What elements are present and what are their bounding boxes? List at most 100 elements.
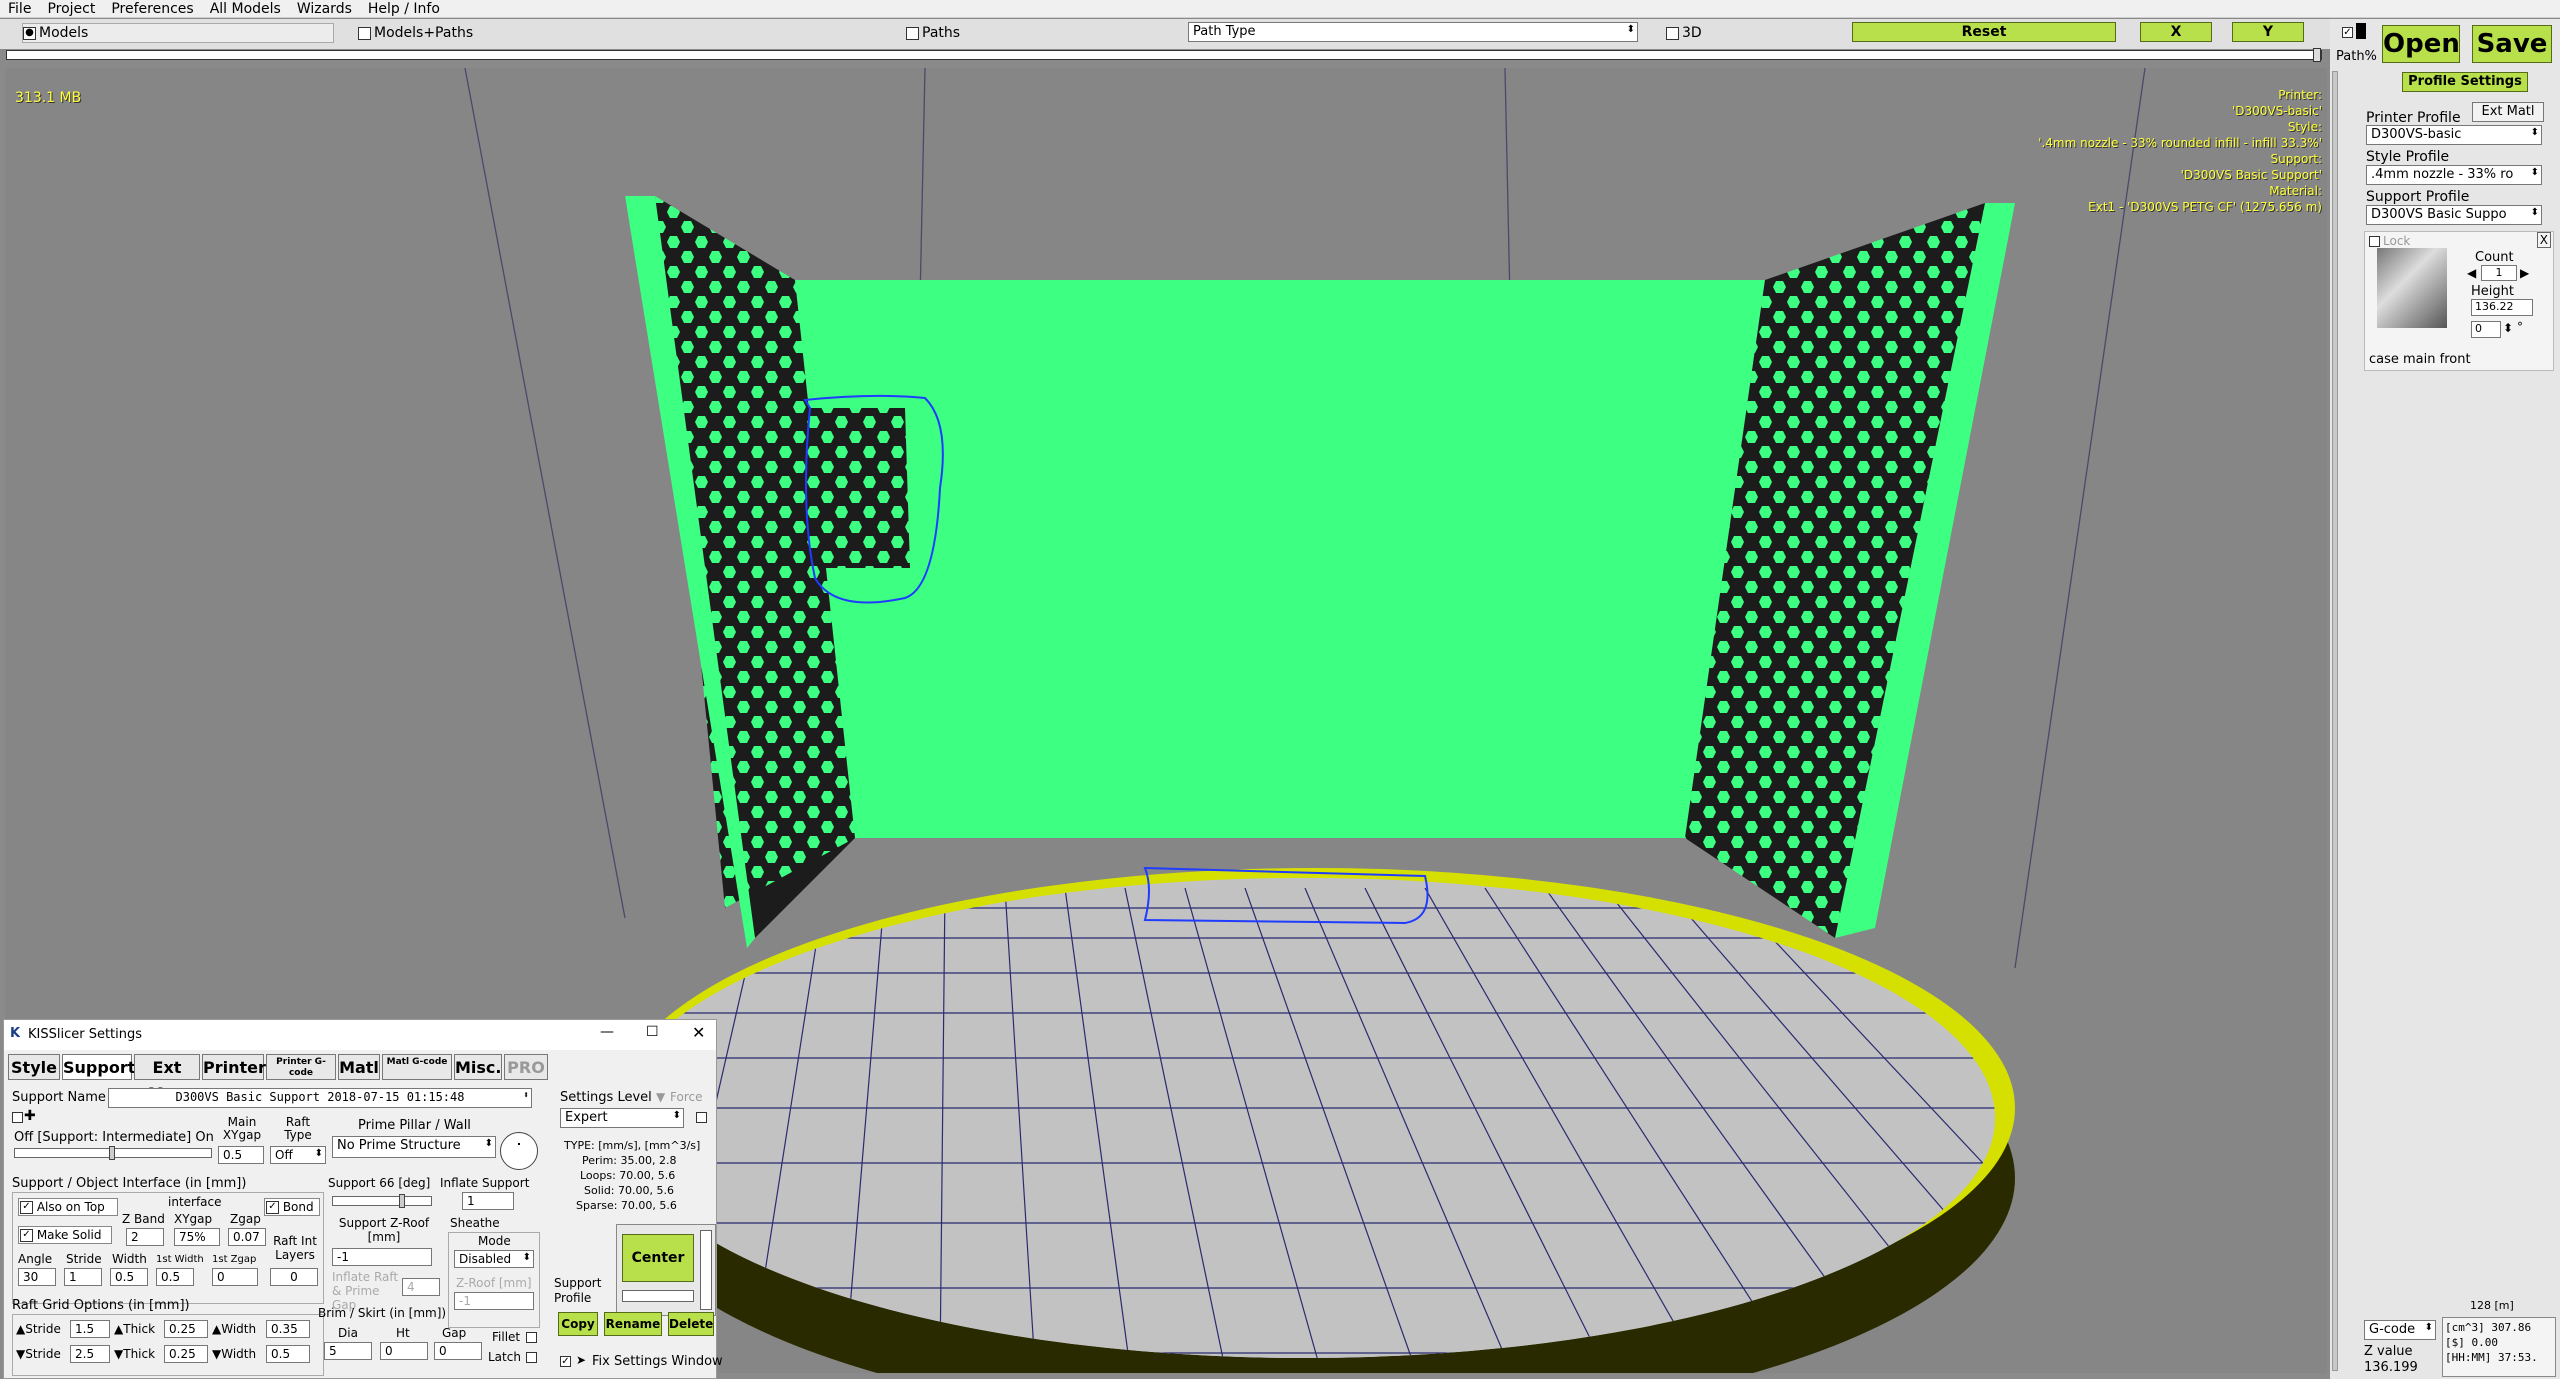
ht-input[interactable]: 0 bbox=[380, 1342, 428, 1360]
save-button[interactable]: Save bbox=[2472, 25, 2552, 63]
close-icon[interactable]: X bbox=[2536, 232, 2551, 248]
rotation-input[interactable]: 0 bbox=[2471, 321, 2501, 338]
gcode-select[interactable]: G-code ⬍ bbox=[2364, 1320, 2436, 1340]
menu-wizards[interactable]: Wizards bbox=[297, 1, 352, 17]
gap-input[interactable]: 0 bbox=[434, 1342, 482, 1360]
stride-up-input[interactable]: 1.5 bbox=[70, 1320, 110, 1338]
tab-printer-gcode[interactable]: Printer G-code bbox=[266, 1054, 336, 1080]
support-zroof-label: Support Z-Roof [mm] bbox=[338, 1216, 430, 1244]
first-width-input[interactable]: 0.5 bbox=[156, 1268, 194, 1286]
support-angle-slider[interactable] bbox=[332, 1194, 432, 1208]
main-xygap-input[interactable]: 0.5 bbox=[218, 1146, 264, 1164]
paths-radio[interactable]: Paths bbox=[906, 25, 960, 41]
first-zgap-input[interactable]: 0 bbox=[212, 1268, 258, 1286]
menu-project[interactable]: Project bbox=[47, 1, 95, 17]
angle-input[interactable]: 30 bbox=[18, 1268, 56, 1286]
prime-pillar-select[interactable]: No Prime Structure ⬍ bbox=[332, 1136, 496, 1158]
style-profile-value: .4mm nozzle - 33% ro bbox=[2371, 167, 2514, 182]
model-card[interactable]: Lock X Count ◀ 1 ▶ Height 136.22 0 ⬍ ° c… bbox=[2364, 231, 2554, 371]
add-icon[interactable]: ✚ bbox=[24, 1108, 36, 1124]
path-percent-checkbox[interactable]: ✓ bbox=[2342, 27, 2353, 38]
support-level-slider[interactable] bbox=[14, 1146, 212, 1160]
count-increment-icon[interactable]: ▶ bbox=[2520, 266, 2529, 280]
tab-support[interactable]: Support bbox=[62, 1054, 135, 1080]
thick-up-input[interactable]: 0.25 bbox=[164, 1320, 208, 1338]
inflate-support-input[interactable]: 1 bbox=[462, 1192, 514, 1210]
menu-file[interactable]: File bbox=[8, 1, 31, 17]
tab-style[interactable]: Style bbox=[8, 1054, 60, 1080]
close-icon[interactable]: ✕ bbox=[692, 1023, 705, 1042]
path-type-select[interactable]: Path Type ⬍ bbox=[1188, 22, 1638, 42]
raft-int-layers-input[interactable]: 0 bbox=[270, 1268, 318, 1286]
delete-button[interactable]: Delete bbox=[668, 1312, 714, 1336]
style-profile-select[interactable]: .4mm nozzle - 33% ro ⬍ bbox=[2366, 165, 2542, 185]
models-radio[interactable]: ● Models bbox=[22, 23, 334, 43]
menu-help-info[interactable]: Help / Info bbox=[368, 1, 440, 17]
zroof-small-input[interactable]: -1 bbox=[454, 1292, 534, 1310]
slider-thumb[interactable] bbox=[2313, 48, 2321, 62]
dia-input[interactable]: 5 bbox=[324, 1342, 372, 1360]
sheathe-mode-select[interactable]: Disabled ⬍ bbox=[454, 1250, 534, 1268]
copy-button[interactable]: Copy bbox=[558, 1312, 598, 1336]
force-checkbox[interactable] bbox=[696, 1112, 707, 1123]
tab-misc[interactable]: Misc. bbox=[454, 1054, 502, 1080]
also-on-top-checkbox[interactable]: ✓ Also on Top bbox=[18, 1198, 118, 1216]
stride-dn-input[interactable]: 2.5 bbox=[70, 1345, 110, 1363]
tab-matl[interactable]: Matl bbox=[338, 1054, 380, 1080]
open-button[interactable]: Open bbox=[2382, 25, 2460, 63]
zband-input[interactable]: 2 bbox=[126, 1228, 164, 1246]
height-input[interactable]: 136.22 bbox=[2471, 299, 2533, 316]
prime-angle-dial[interactable] bbox=[500, 1132, 538, 1170]
solid-line: Solid: 70.00, 5.6 bbox=[584, 1184, 674, 1197]
width-up-input[interactable]: 0.35 bbox=[266, 1320, 310, 1338]
lock-checkbox[interactable] bbox=[2369, 236, 2380, 247]
support-zroof-input[interactable]: -1 bbox=[332, 1248, 432, 1266]
count-decrement-icon[interactable]: ◀ bbox=[2467, 266, 2476, 280]
vertical-scrollbar[interactable] bbox=[2332, 71, 2338, 1371]
rotation-spinner-icon[interactable]: ⬍ bbox=[2503, 321, 2513, 335]
support-name-select[interactable]: D300VS Basic Support 2018-07-15 01:15:48… bbox=[108, 1088, 532, 1108]
settings-level-select[interactable]: Expert ⬍ bbox=[560, 1108, 684, 1128]
stride-input[interactable]: 1 bbox=[64, 1268, 102, 1286]
bond-checkbox[interactable]: ✓ Bond bbox=[264, 1198, 320, 1216]
path-progress-slider[interactable] bbox=[6, 48, 2322, 62]
profile-settings-button[interactable]: Profile Settings bbox=[2402, 72, 2528, 92]
center-vertical-slider[interactable] bbox=[700, 1230, 712, 1310]
center-button[interactable]: Center bbox=[622, 1234, 694, 1282]
x-button[interactable]: X bbox=[2140, 22, 2212, 42]
thick-dn-input[interactable]: 0.25 bbox=[164, 1345, 208, 1363]
fillet-checkbox[interactable] bbox=[526, 1332, 537, 1343]
ext-matl-button[interactable]: Ext Matl bbox=[2472, 102, 2544, 122]
tab-pro[interactable]: PRO bbox=[504, 1054, 548, 1080]
printer-profile-select[interactable]: D300VS-basic ⬍ bbox=[2366, 125, 2542, 145]
minimize-icon[interactable]: — bbox=[600, 1024, 614, 1040]
menu-all-models[interactable]: All Models bbox=[210, 1, 281, 17]
support-profile-select[interactable]: D300VS Basic Suppo ⬍ bbox=[2366, 205, 2542, 225]
rename-button[interactable]: Rename bbox=[604, 1312, 662, 1336]
support-angle-thumb[interactable] bbox=[399, 1194, 405, 1208]
width-input[interactable]: 0.5 bbox=[110, 1268, 148, 1286]
maximize-icon[interactable]: ☐ bbox=[646, 1024, 659, 1040]
center-horizontal-slider[interactable] bbox=[622, 1290, 694, 1302]
reset-button[interactable]: Reset bbox=[1852, 22, 2116, 42]
make-solid-checkbox[interactable]: ✓ Make Solid bbox=[18, 1226, 112, 1244]
menu-preferences[interactable]: Preferences bbox=[111, 1, 193, 17]
tab-matl-gcode[interactable]: Matl G-code bbox=[382, 1054, 452, 1080]
triangle-up-icon: ▲ bbox=[16, 1322, 26, 1336]
latch-checkbox[interactable] bbox=[526, 1352, 537, 1363]
support-enable-checkbox[interactable] bbox=[12, 1112, 23, 1123]
y-button[interactable]: Y bbox=[2232, 22, 2304, 42]
support-level-thumb[interactable] bbox=[109, 1146, 115, 1160]
stride-up-label: ▲Stride bbox=[16, 1322, 61, 1336]
inflate-raft-input[interactable]: 4 bbox=[402, 1278, 440, 1296]
raft-type-select[interactable]: Off ⬍ bbox=[270, 1146, 326, 1164]
tab-ext-map[interactable]: Ext Map bbox=[134, 1054, 200, 1103]
zgap-input[interactable]: 0.07 bbox=[228, 1228, 266, 1246]
three-d-toggle[interactable]: 3D bbox=[1666, 25, 1702, 41]
width-dn-input[interactable]: 0.5 bbox=[266, 1345, 310, 1363]
xygap-input[interactable]: 75% bbox=[174, 1228, 220, 1246]
tab-printer[interactable]: Printer bbox=[202, 1054, 266, 1080]
models-paths-radio[interactable]: Models+Paths bbox=[358, 25, 473, 41]
count-input[interactable]: 1 bbox=[2481, 265, 2517, 281]
fix-settings-checkbox[interactable]: ✓ bbox=[560, 1356, 571, 1367]
